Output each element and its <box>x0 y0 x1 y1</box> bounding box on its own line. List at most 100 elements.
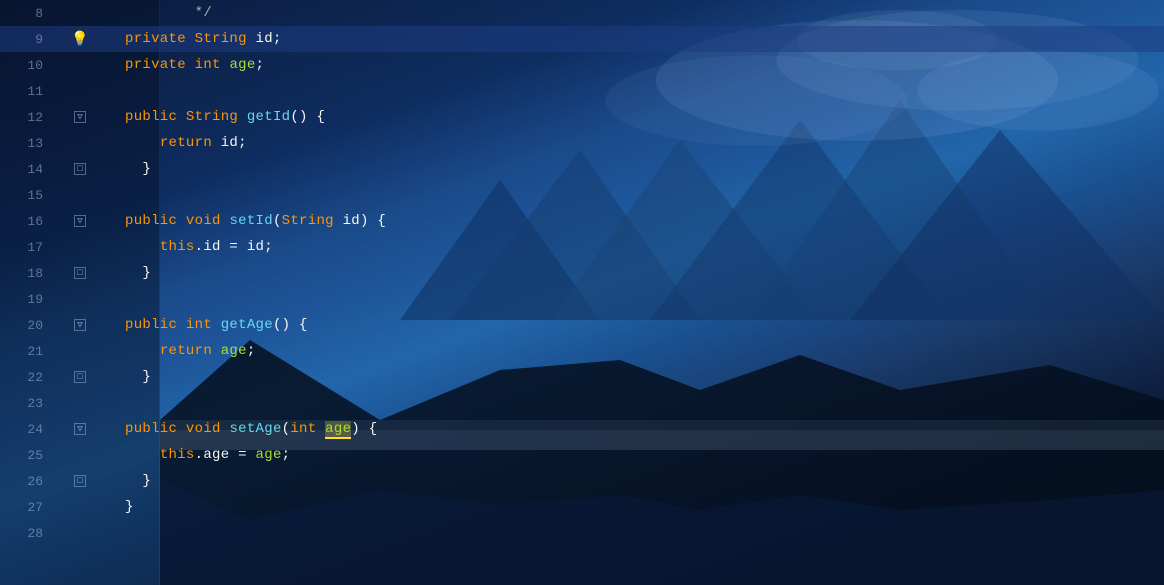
line-number-17: 17 <box>0 240 55 255</box>
code-content-26: } <box>105 468 151 494</box>
code-line-9: 9 💡 private String id; <box>0 26 1164 52</box>
line-number-16: 16 <box>0 214 55 229</box>
code-line-14: 14 □ } <box>0 156 1164 182</box>
method-setAge: setAge <box>229 421 281 437</box>
type-int: int <box>195 57 221 73</box>
semi-3: ; <box>282 447 291 463</box>
line-number-28: 28 <box>0 526 55 541</box>
code-content-12: public String getId() { <box>105 104 325 130</box>
code-line-21: 21 return age; <box>0 338 1164 364</box>
line-number-18: 18 <box>0 266 55 281</box>
code-content-25: this.age = age; <box>105 442 290 468</box>
code-line-24: 24 ▽ public void setAge(int age) { <box>0 416 1164 442</box>
semicolon: ; <box>256 57 265 73</box>
parens: () { <box>290 109 325 125</box>
kw-this-2: this <box>160 447 195 463</box>
code-line-12: 12 ▽ public String getId() { <box>0 104 1164 130</box>
line-number-24: 24 <box>0 422 55 437</box>
gutter-14: □ <box>55 163 105 175</box>
fold-icon-20[interactable]: ▽ <box>74 319 86 331</box>
kw-void-2: void <box>186 421 221 437</box>
line-number-12: 12 <box>0 110 55 125</box>
type-string-2: String <box>186 109 238 125</box>
code-line-16: 16 ▽ public void setId(String id) { <box>0 208 1164 234</box>
fold-icon-18[interactable]: □ <box>74 267 86 279</box>
code-content-17: this.id = id; <box>105 234 273 260</box>
code-line-27: 27 } <box>0 494 1164 520</box>
code-line-19: 19 <box>0 286 1164 312</box>
kw-return-2: return <box>160 343 212 359</box>
line-number-21: 21 <box>0 344 55 359</box>
closing-brace-4: } <box>125 473 151 489</box>
type-int-3: int <box>290 421 316 437</box>
line-number-22: 22 <box>0 370 55 385</box>
code-line-18: 18 □ } <box>0 260 1164 286</box>
gutter-20: ▽ <box>55 319 105 331</box>
code-line-26: 26 □ } <box>0 468 1164 494</box>
line-number-20: 20 <box>0 318 55 333</box>
line-number-11: 11 <box>0 84 55 99</box>
code-content-27: } <box>105 494 134 520</box>
type-string: String <box>195 31 247 47</box>
code-content-16: public void setId(String id) { <box>105 208 386 234</box>
line-number-14: 14 <box>0 162 55 177</box>
code-line-23: 23 <box>0 390 1164 416</box>
gutter-24: ▽ <box>55 423 105 435</box>
param-age-highlight: age <box>325 421 351 439</box>
var-age-assign: age <box>256 447 282 463</box>
code-line-15: 15 <box>0 182 1164 208</box>
closing-brace-2: } <box>125 265 151 281</box>
code-line-13: 13 return id; <box>0 130 1164 156</box>
comment-text: */ <box>177 5 212 21</box>
code-content-13: return id; <box>105 130 247 156</box>
line-number-26: 26 <box>0 474 55 489</box>
code-content-21: return age; <box>105 338 256 364</box>
code-content-9: private String id; <box>105 26 282 52</box>
code-line-17: 17 this.id = id; <box>0 234 1164 260</box>
var-age: age <box>229 57 255 73</box>
closing-brace: } <box>125 161 151 177</box>
gutter-18: □ <box>55 267 105 279</box>
code-content-14: } <box>105 156 151 182</box>
keyword-private: private <box>125 31 186 47</box>
type-string-3: String <box>282 213 334 229</box>
fold-icon-24[interactable]: ▽ <box>74 423 86 435</box>
bulb-icon: 💡 <box>71 31 88 48</box>
method-getId: getId <box>247 109 291 125</box>
line-number-19: 19 <box>0 292 55 307</box>
fold-icon-22[interactable]: □ <box>74 371 86 383</box>
fold-icon-14[interactable]: □ <box>74 163 86 175</box>
kw-void: void <box>186 213 221 229</box>
paren-close: ) { <box>351 421 377 437</box>
fold-icon-12[interactable]: ▽ <box>74 111 86 123</box>
fold-icon-26[interactable]: □ <box>74 475 86 487</box>
method-setId: setId <box>229 213 273 229</box>
fold-icon-16[interactable]: ▽ <box>74 215 86 227</box>
line-number-23: 23 <box>0 396 55 411</box>
dot-age: .age = <box>195 447 256 463</box>
kw-public: public <box>125 109 177 125</box>
kw-return: return <box>160 135 212 151</box>
var-age-return: age <box>221 343 247 359</box>
semi-2: ; <box>247 343 256 359</box>
gutter-9: 💡 <box>55 31 105 48</box>
gutter-26: □ <box>55 475 105 487</box>
code-content-22: } <box>105 364 151 390</box>
line-number-27: 27 <box>0 500 55 515</box>
plain-text: id; <box>256 31 282 47</box>
line-number-25: 25 <box>0 448 55 463</box>
kw-public-3: public <box>125 317 177 333</box>
kw-public-2: public <box>125 213 177 229</box>
class-closing-brace: } <box>125 499 134 515</box>
gutter-16: ▽ <box>55 215 105 227</box>
method-getAge: getAge <box>221 317 273 333</box>
line-number-8: 8 <box>0 6 55 21</box>
gutter-12: ▽ <box>55 111 105 123</box>
code-content-24: public void setAge(int age) { <box>105 416 377 442</box>
paren-open: ( <box>273 213 282 229</box>
kw-public-4: public <box>125 421 177 437</box>
code-editor-overlay: 8 */ 9 💡 private String id; 10 private i… <box>0 0 1164 585</box>
code-line-25: 25 this.age = age; <box>0 442 1164 468</box>
type-int-2: int <box>186 317 212 333</box>
paren-2: () { <box>273 317 308 333</box>
